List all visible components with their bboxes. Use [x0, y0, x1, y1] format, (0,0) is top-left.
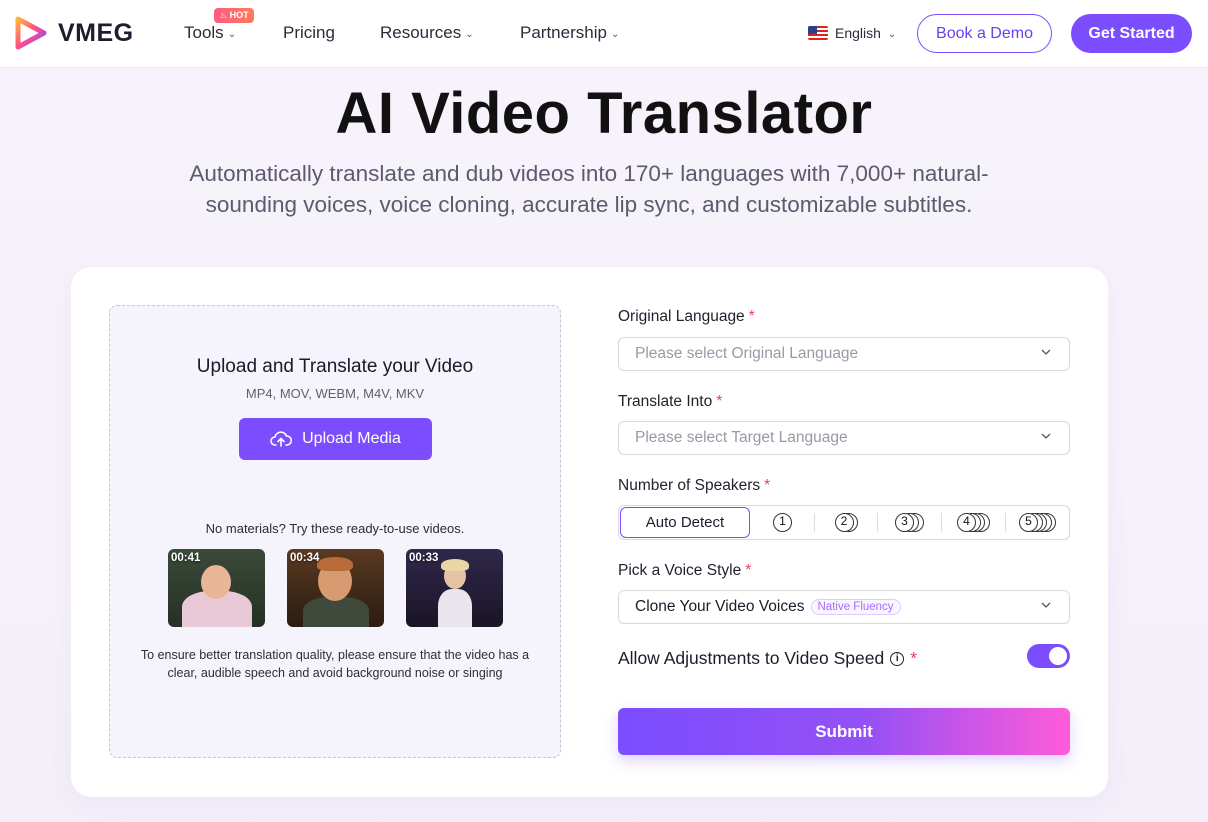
native-fluency-badge: Native Fluency — [810, 599, 901, 615]
voice-style-label: Pick a Voice Style * — [618, 562, 751, 580]
required-mark: * — [745, 562, 752, 579]
required-mark: * — [764, 477, 771, 494]
speakers-label-text: Number of Speakers — [618, 477, 761, 494]
speakers-option-4-label: 4 — [963, 513, 970, 528]
page-title: AI Video Translator — [335, 81, 873, 146]
upload-dropzone[interactable]: Upload and Translate your Video MP4, MOV… — [109, 305, 561, 758]
sample-video-2-figure — [303, 597, 369, 627]
speakers-option-1[interactable]: 1 — [751, 506, 814, 539]
toggle-knob — [1049, 647, 1067, 665]
voice-style-value: Clone Your Video Voices — [635, 598, 805, 615]
play-triangle-logo-icon — [15, 16, 47, 50]
language-label: English — [835, 25, 881, 41]
nav-tools[interactable]: Tools ⌄ — [184, 23, 236, 43]
speakers-option-4[interactable]: 4 — [942, 506, 1005, 539]
hot-badge-label: HOT — [229, 10, 249, 20]
speakers-option-5-label: 5 — [1025, 513, 1032, 528]
nav-partnership[interactable]: Partnership ⌄ — [520, 23, 619, 43]
translator-card: Upload and Translate your Video MP4, MOV… — [71, 267, 1108, 797]
sample-video-2-hair — [317, 557, 353, 571]
hot-badge: ♨ HOT — [214, 8, 254, 23]
brand-logo[interactable]: VMEG — [14, 16, 134, 50]
nav-resources-label: Resources — [380, 23, 462, 42]
original-language-placeholder: Please select Original Language — [635, 345, 859, 362]
quality-hint: To ensure better translation quality, pl… — [140, 648, 530, 680]
speakers-auto-detect[interactable]: Auto Detect — [620, 507, 750, 538]
speed-adjust-row: Allow Adjustments to Video Speed i * — [618, 648, 917, 669]
get-started-button[interactable]: Get Started — [1071, 14, 1192, 53]
page-subtitle: Automatically translate and dub videos i… — [189, 161, 989, 217]
original-language-label: Original Language * — [618, 308, 755, 326]
upload-media-button[interactable]: Upload Media — [239, 418, 432, 460]
sample-video-3-hair — [441, 559, 469, 571]
upload-media-label: Upload Media — [302, 430, 401, 447]
original-language-label-text: Original Language — [618, 308, 745, 325]
nav-pricing[interactable]: Pricing — [283, 23, 335, 43]
top-navbar: VMEG Tools ⌄ ♨ HOT Pricing Resources ⌄ P… — [0, 0, 1208, 68]
required-mark: * — [716, 393, 723, 410]
voice-style-label-text: Pick a Voice Style — [618, 562, 742, 579]
video-duration: 00:33 — [409, 552, 439, 564]
speakers-option-2-label: 2 — [840, 513, 848, 528]
video-duration: 00:34 — [290, 552, 320, 564]
sample-video-3[interactable]: 00:33 — [406, 549, 503, 627]
chevron-down-icon — [1041, 602, 1051, 608]
chevron-down-icon: ⌄ — [887, 28, 897, 40]
fire-icon: ♨ — [219, 10, 228, 20]
nav-partnership-label: Partnership — [520, 23, 607, 42]
book-demo-button[interactable]: Book a Demo — [917, 14, 1052, 53]
speed-adjust-label: Allow Adjustments to Video Speed — [618, 648, 885, 668]
target-language-placeholder: Please select Target Language — [635, 429, 848, 446]
chevron-down-icon: ⌄ — [610, 28, 620, 40]
brand-name: VMEG — [58, 18, 134, 47]
translate-into-label-text: Translate Into — [618, 393, 713, 410]
sample-video-3-figure — [438, 589, 472, 627]
sample-video-2[interactable]: 00:34 — [287, 549, 384, 627]
info-icon[interactable]: i — [890, 651, 905, 666]
us-flag-icon — [808, 26, 828, 40]
speed-adjust-toggle[interactable] — [1027, 644, 1070, 668]
cloud-upload-icon — [270, 431, 293, 447]
nav-tools-label: Tools — [184, 23, 224, 42]
original-language-select[interactable]: Please select Original Language — [618, 337, 1070, 371]
speakers-option-3[interactable]: 3 — [878, 506, 941, 539]
language-switcher[interactable]: English ⌄ — [808, 25, 896, 41]
speakers-option-1-label: 1 — [779, 513, 786, 528]
voice-style-select[interactable]: Clone Your Video Voices Native Fluency — [618, 590, 1070, 624]
required-mark: * — [748, 308, 755, 325]
target-language-select[interactable]: Please select Target Language — [618, 421, 1070, 455]
samples-prompt: No materials? Try these ready-to-use vid… — [205, 521, 465, 536]
upload-formats: MP4, MOV, WEBM, M4V, MKV — [245, 386, 425, 401]
upload-title: Upload and Translate your Video — [196, 356, 474, 377]
sample-video-1[interactable]: 00:41 — [168, 549, 265, 627]
video-duration: 00:41 — [171, 552, 201, 564]
speakers-selector: Auto Detect 1 2 3 4 5 — [618, 505, 1070, 540]
chevron-down-icon — [1041, 433, 1051, 439]
nav-pricing-label: Pricing — [283, 23, 335, 42]
speakers-option-5[interactable]: 5 — [1006, 506, 1069, 539]
translate-into-label: Translate Into * — [618, 393, 722, 411]
speakers-option-3-label: 3 — [901, 513, 908, 528]
chevron-down-icon — [1041, 349, 1051, 355]
nav-resources[interactable]: Resources ⌄ — [380, 23, 474, 43]
speakers-option-2[interactable]: 2 — [815, 506, 877, 539]
sample-video-1-face — [201, 565, 231, 599]
required-mark: * — [910, 648, 918, 668]
submit-button[interactable]: Submit — [618, 708, 1070, 755]
chevron-down-icon: ⌄ — [465, 28, 474, 40]
speakers-label: Number of Speakers * — [618, 477, 770, 495]
chevron-down-icon: ⌄ — [227, 28, 237, 40]
